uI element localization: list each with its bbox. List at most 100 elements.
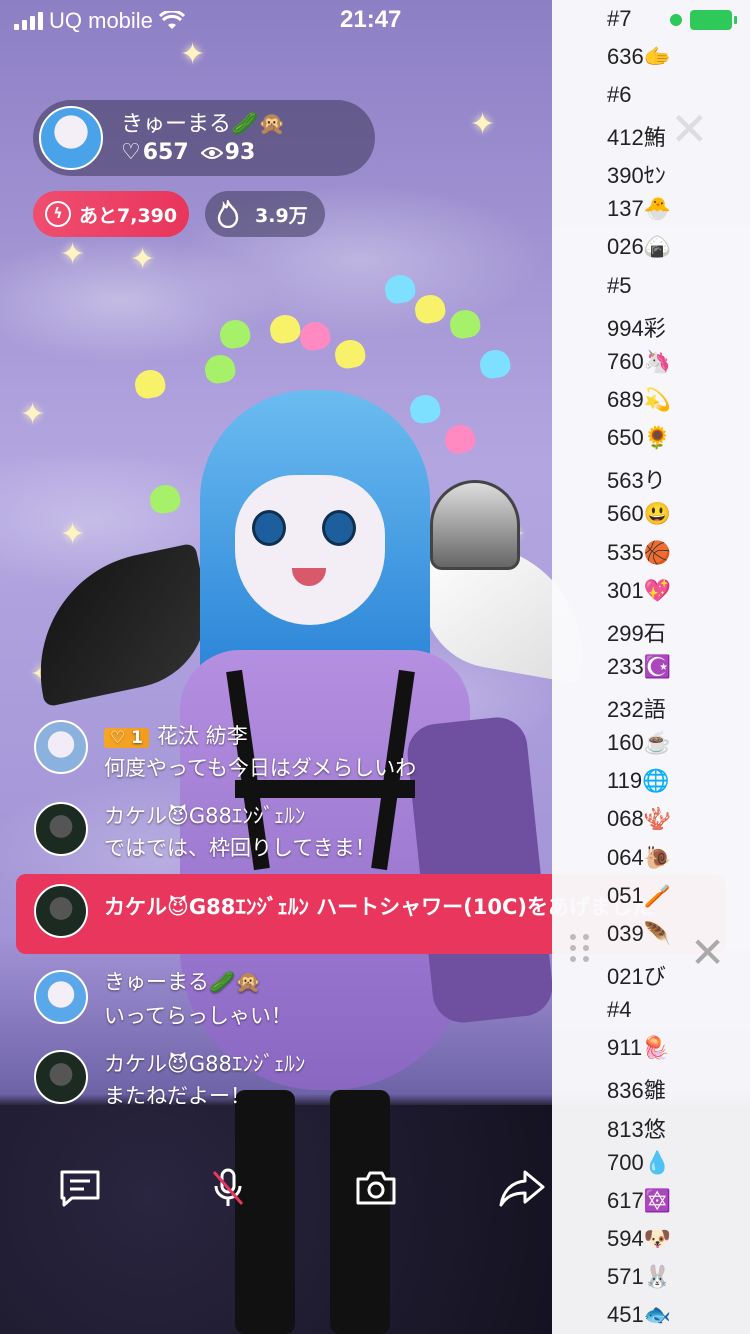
harness-belt [235,780,415,798]
online-dot [670,14,682,26]
host-avatar[interactable] [39,106,103,170]
crown-prop [430,480,520,570]
rank-entry: 233☪️ [607,654,672,679]
battery-indicator [670,10,737,30]
rank-entry: #5 [607,273,632,298]
heart-effect [147,482,183,516]
heart-effect [447,307,483,341]
sparkle: ✦ [180,37,206,72]
rank-entry: 689💫 [607,387,672,412]
rank-entry: 026🍙 [607,234,672,259]
share-button[interactable] [494,1160,550,1216]
carrier-name: UQ mobile [49,8,153,33]
status-bar: UQ mobile 21:47 [0,0,552,40]
rank-entry: 836雛 [607,1078,666,1103]
chat-message: 何度やっても今日はダメらしいわ [104,756,417,780]
rank-entry: 571🐰 [607,1264,672,1289]
rank-entry: 119🌐 [607,768,670,793]
avatar-eye [322,510,356,546]
rank-entry: 813悠 [607,1117,666,1142]
rank-entry: 760🦄 [607,349,672,374]
points-pill[interactable]: 3.9万 [205,191,325,237]
chat-username: カケル😈G88ｴﾝｼﾞｪﾙﾝ [104,804,306,828]
rank-entry: 068🪸 [607,806,672,831]
rank-entry: 700💧 [607,1150,672,1175]
fire-icon [217,200,239,228]
chat-username: きゅーまる🥒🙊 [104,970,262,994]
rank-entry: 301💖 [607,578,672,603]
rank-entry: 160☕ [607,730,672,755]
rank-gap-label: あと7,390 [79,204,178,227]
rank-entry: 617🔯 [607,1188,672,1213]
likes-stat: ♡ 657 [121,140,189,165]
vtuber-avatar [18,260,600,1334]
rank-entry: 299石 [607,621,666,646]
chat-avatar[interactable] [34,884,88,938]
chat-message: ではでは、枠回りしてきま！ [104,836,376,860]
heart-effect [132,367,168,401]
rank-entry: 051🪥 [607,883,672,908]
fan-level-badge: ♡ 1 [104,728,150,748]
rank-entry: 594🐶 [607,1226,672,1251]
wifi-icon [158,11,185,29]
mic-muted-icon [212,1168,244,1206]
viewers-count: 93 [224,140,256,165]
mic-toggle-button[interactable] [200,1160,256,1216]
rank-gap-pill[interactable]: ϟ あと7,390 [33,191,189,237]
rank-entry: 021び [607,964,666,989]
sparkle: ✦ [470,107,496,142]
likes-count: 657 [142,140,189,165]
carrier-indicator: UQ mobile [14,8,185,34]
avatar-face [235,475,385,625]
rank-entry: 650🌻 [607,425,672,450]
rank-entry: 064🐌 [607,845,672,870]
close-icon[interactable]: ✕ [670,106,709,152]
rank-entry: 535🏀 [607,540,672,565]
camera-button[interactable] [348,1160,404,1216]
rank-entry: 412鮪 [607,125,666,150]
heart-effect [412,292,448,326]
heart-effect [267,312,303,346]
chat-avatar[interactable] [34,970,88,1024]
clock: 21:47 [340,6,402,33]
battery-icon [690,10,737,30]
viewers-stat: 93 [200,140,256,165]
host-name: きゅーまる🥒🙊 [121,112,286,137]
avatar-eye [252,510,286,546]
chat-avatar[interactable] [34,802,88,856]
rank-entry: #4 [607,997,632,1022]
chat-username: カケル😈G88ｴﾝｼﾞｪﾙﾝ [104,1052,306,1076]
heart-effect [407,392,443,426]
rank-entry: 563り [607,468,666,493]
chat-avatar[interactable] [34,1050,88,1104]
rank-entry: #6 [607,82,632,107]
camera-icon [356,1171,396,1205]
rank-entry: 137🐣 [607,196,672,221]
host-stats: ♡ 657 93 [121,140,255,165]
host-profile-card[interactable]: きゅーまる🥒🙊 ♡ 657 93 [33,100,375,176]
rank-entry: 636🫱 [607,44,672,69]
close-icon[interactable]: ✕ [690,932,725,974]
chat-avatar[interactable] [34,720,88,774]
eye-icon [200,146,223,159]
heart-icon: ♡ [121,140,141,165]
share-icon [499,1170,545,1207]
heart-effect [297,319,333,353]
points-label: 3.9万 [255,204,308,227]
chat-message: いってらっしゃい！ [104,1004,292,1028]
rank-entry: 911🪼 [607,1035,670,1060]
drag-handle-icon[interactable] [570,934,591,962]
heart-effect [382,272,418,306]
chat-username: ♡ 1 花汰 紡李 [104,720,248,750]
rank-entry: 390ｾﾝ [607,163,666,188]
bolt-icon: ϟ [45,201,71,227]
comment-button[interactable] [52,1160,108,1216]
rank-entry: 039🪶 [607,921,672,946]
chat-message: またねだよー！ [104,1084,251,1108]
signal-icon [14,12,43,30]
heart-effect [332,337,368,371]
heart-effect [217,317,253,351]
rank-entry: 232語 [607,697,666,722]
heart-effect [477,347,513,381]
heart-effect [442,422,478,456]
